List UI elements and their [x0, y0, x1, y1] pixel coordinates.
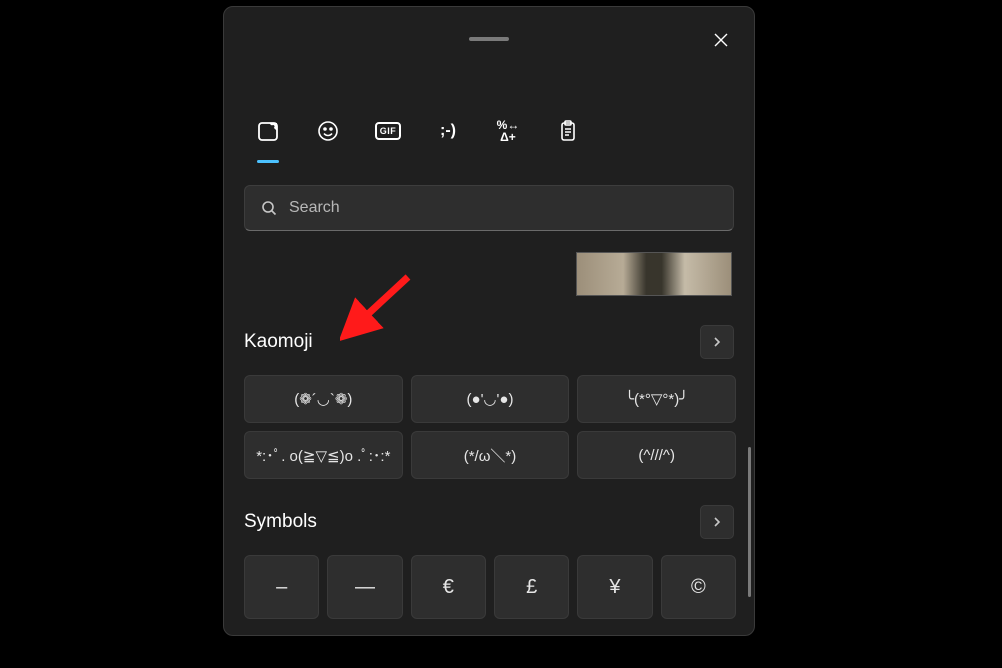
gif-icon: GIF [375, 122, 402, 140]
gif-thumbnail[interactable] [576, 252, 732, 296]
tab-kaomoji[interactable]: ;-) [432, 115, 464, 147]
tab-emoji[interactable] [312, 115, 344, 147]
symbol-item[interactable]: € [411, 555, 486, 619]
symbol-item[interactable]: — [327, 555, 402, 619]
chevron-right-icon [712, 517, 722, 527]
symbols-expand-button[interactable] [700, 505, 734, 539]
close-icon [713, 32, 729, 48]
kaomoji-item[interactable]: (●'◡'●) [411, 375, 570, 423]
section-header-symbols: Symbols [244, 505, 734, 539]
emoji-icon [316, 119, 340, 143]
tab-recent[interactable] [252, 115, 284, 147]
symbol-item[interactable]: © [661, 555, 736, 619]
symbols-title: Symbols [244, 511, 317, 533]
clipboard-icon [556, 119, 580, 143]
kaomoji-expand-button[interactable] [700, 325, 734, 359]
tab-symbols[interactable]: %↔Δ+ [492, 115, 524, 147]
kaomoji-title: Kaomoji [244, 331, 313, 353]
tab-bar: GIF ;-) %↔Δ+ [252, 115, 584, 147]
drag-handle[interactable] [469, 37, 509, 41]
section-header-kaomoji: Kaomoji [244, 325, 734, 359]
scrollbar-thumb[interactable] [748, 447, 751, 597]
symbol-item[interactable]: ¥ [577, 555, 652, 619]
search-placeholder: Search [289, 199, 340, 217]
kaomoji-item[interactable]: *:･ﾟ. o(≧▽≦)o .ﾟ:･:* [244, 431, 403, 479]
tab-gif[interactable]: GIF [372, 115, 404, 147]
search-icon [261, 200, 277, 216]
kaomoji-item[interactable]: (^///^) [577, 431, 736, 479]
kaomoji-item[interactable]: (*/ω＼*) [411, 431, 570, 479]
recent-icon [256, 119, 280, 143]
symbols-grid: – — € £ ¥ © [244, 555, 736, 619]
emoji-panel: GIF ;-) %↔Δ+ Search Kaomoji (❁´◡`❁) (●'◡… [223, 6, 755, 636]
symbol-item[interactable]: – [244, 555, 319, 619]
chevron-right-icon [712, 337, 722, 347]
symbol-item[interactable]: £ [494, 555, 569, 619]
search-input[interactable]: Search [244, 185, 734, 231]
symbols-icon: %↔Δ+ [497, 119, 520, 143]
close-button[interactable] [706, 25, 736, 55]
kaomoji-grid: (❁´◡`❁) (●'◡'●) ╰(*°▽°*)╯ *:･ﾟ. o(≧▽≦)o … [244, 375, 736, 479]
kaomoji-item[interactable]: ╰(*°▽°*)╯ [577, 375, 736, 423]
kaomoji-item[interactable]: (❁´◡`❁) [244, 375, 403, 423]
kaomoji-icon: ;-) [440, 122, 456, 140]
tab-clipboard[interactable] [552, 115, 584, 147]
